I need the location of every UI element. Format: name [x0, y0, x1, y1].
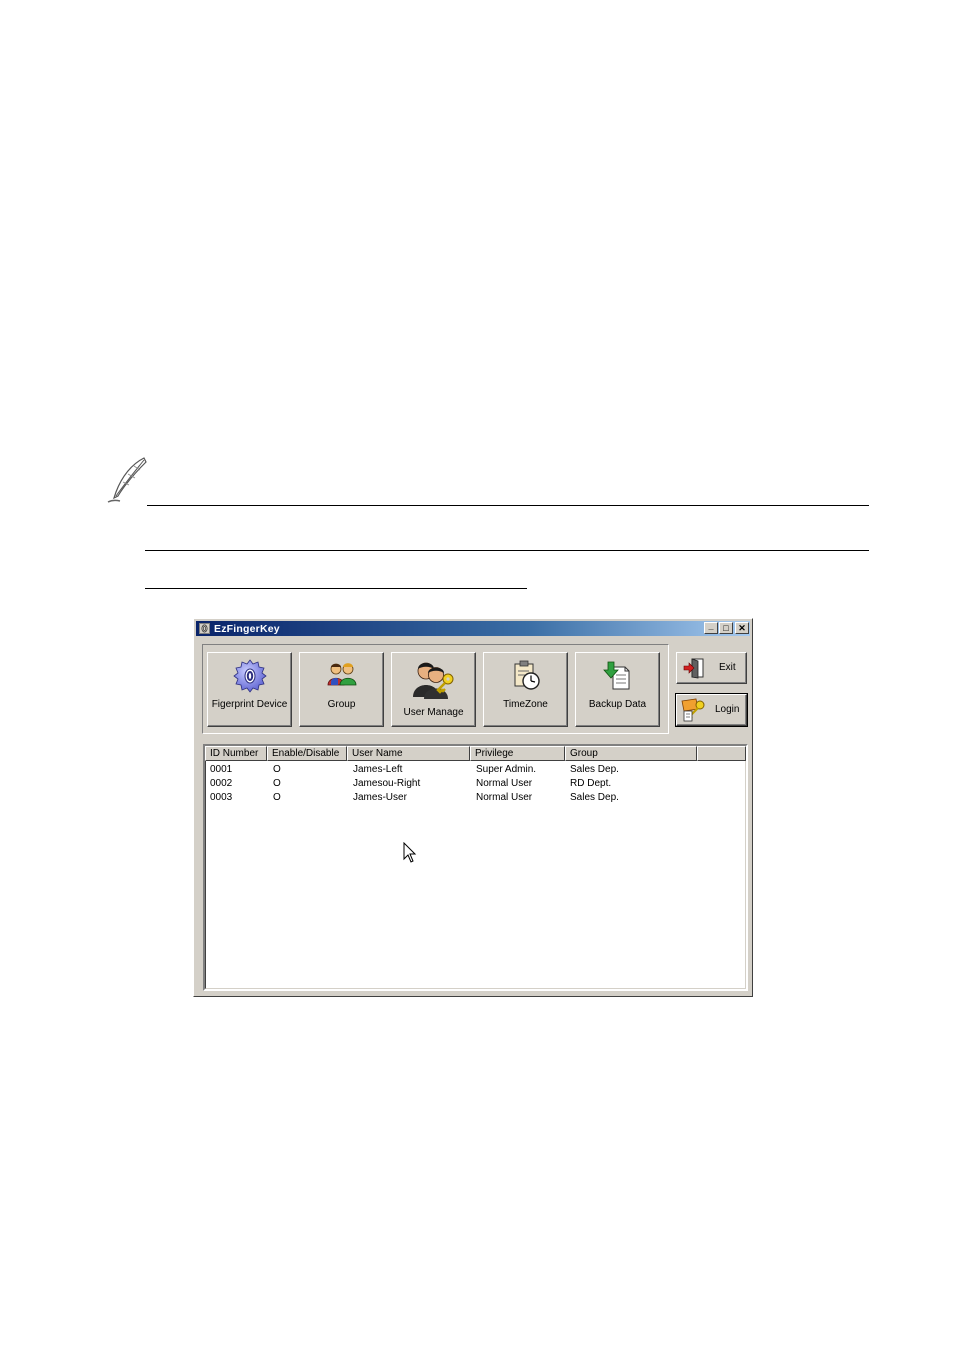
timezone-button[interactable]: TimeZone [483, 652, 568, 727]
minimize-button[interactable]: _ [704, 622, 718, 634]
column-filler [697, 746, 746, 761]
column-user-name[interactable]: User Name [347, 746, 470, 761]
backup-download-icon [602, 661, 629, 690]
backup-data-button[interactable]: Backup Data [575, 652, 660, 727]
column-enable-disable[interactable]: Enable/Disable [267, 746, 347, 761]
cell-user-name: Jamesou-Right [353, 778, 421, 789]
column-privilege[interactable]: Privilege [470, 746, 565, 761]
user-list[interactable]: ID Number Enable/Disable User Name Privi… [203, 744, 748, 991]
cell-enable: O [273, 792, 281, 803]
note-rule-2 [145, 550, 869, 551]
note-feather-icon [107, 457, 147, 503]
fingerprint-device-button[interactable]: Figerprint Device [207, 652, 292, 727]
login-button[interactable]: Login [675, 693, 748, 727]
user-manage-label: User Manage [403, 707, 464, 718]
timezone-label: TimeZone [503, 699, 548, 710]
cell-group: Sales Dep. [570, 764, 619, 775]
cell-privilege: Super Admin. [476, 764, 537, 775]
cell-user-name: James-User [353, 792, 407, 803]
cell-privilege: Normal User [476, 792, 533, 803]
app-window: EzFingerKey _ □ ✕ Figerprint Device Grou… [193, 618, 753, 997]
cell-group: RD Dept. [570, 778, 612, 789]
backup-data-label: Backup Data [588, 699, 647, 710]
minimize-icon: _ [708, 621, 714, 631]
exit-button[interactable]: Exit [676, 652, 747, 684]
cell-enable: O [273, 778, 281, 789]
cell-id: 0003 [210, 792, 233, 803]
maximize-button[interactable]: □ [719, 622, 733, 634]
close-icon: ✕ [738, 622, 746, 633]
group-button[interactable]: Group [299, 652, 384, 727]
user-key-icon [412, 662, 453, 699]
app-fingerprint-icon [199, 623, 210, 634]
cell-privilege: Normal User [476, 778, 533, 789]
clock-clipboard-icon [514, 660, 540, 690]
fingerprint-device-label: Figerprint Device [211, 699, 288, 710]
cell-id: 0002 [210, 778, 233, 789]
close-button[interactable]: ✕ [735, 622, 749, 634]
exit-door-icon [683, 658, 704, 679]
note-rule-1 [147, 505, 869, 506]
login-label: Login [715, 704, 740, 715]
mouse-pointer-icon [403, 842, 417, 863]
column-id-number[interactable]: ID Number [205, 746, 267, 761]
group-people-icon [327, 663, 356, 686]
cell-user-name: James-Left [353, 764, 403, 775]
window-title: EzFingerKey [214, 622, 280, 635]
table-row[interactable]: 0002 O Jamesou-Right Normal User RD Dept… [205, 777, 697, 791]
group-label: Group [327, 699, 356, 710]
table-row[interactable]: 0001 O James-Left Super Admin. Sales Dep… [205, 763, 697, 777]
cell-group: Sales Dep. [570, 792, 619, 803]
exit-label: Exit [719, 662, 736, 673]
login-keys-icon [681, 698, 705, 722]
table-row[interactable]: 0003 O James-User Normal User Sales Dep. [205, 791, 697, 805]
list-header: ID Number Enable/Disable User Name Privi… [205, 746, 746, 761]
cell-id: 0001 [210, 764, 233, 775]
title-bar[interactable]: EzFingerKey _ □ ✕ [196, 621, 750, 636]
cell-enable: O [273, 764, 281, 775]
toolbar-frame: Figerprint Device Group User Manage Time… [202, 644, 669, 734]
user-manage-button[interactable]: User Manage [391, 652, 476, 727]
note-rule-3 [145, 588, 527, 589]
maximize-icon: □ [723, 622, 729, 633]
gear-icon [232, 659, 267, 693]
column-group[interactable]: Group [565, 746, 697, 761]
